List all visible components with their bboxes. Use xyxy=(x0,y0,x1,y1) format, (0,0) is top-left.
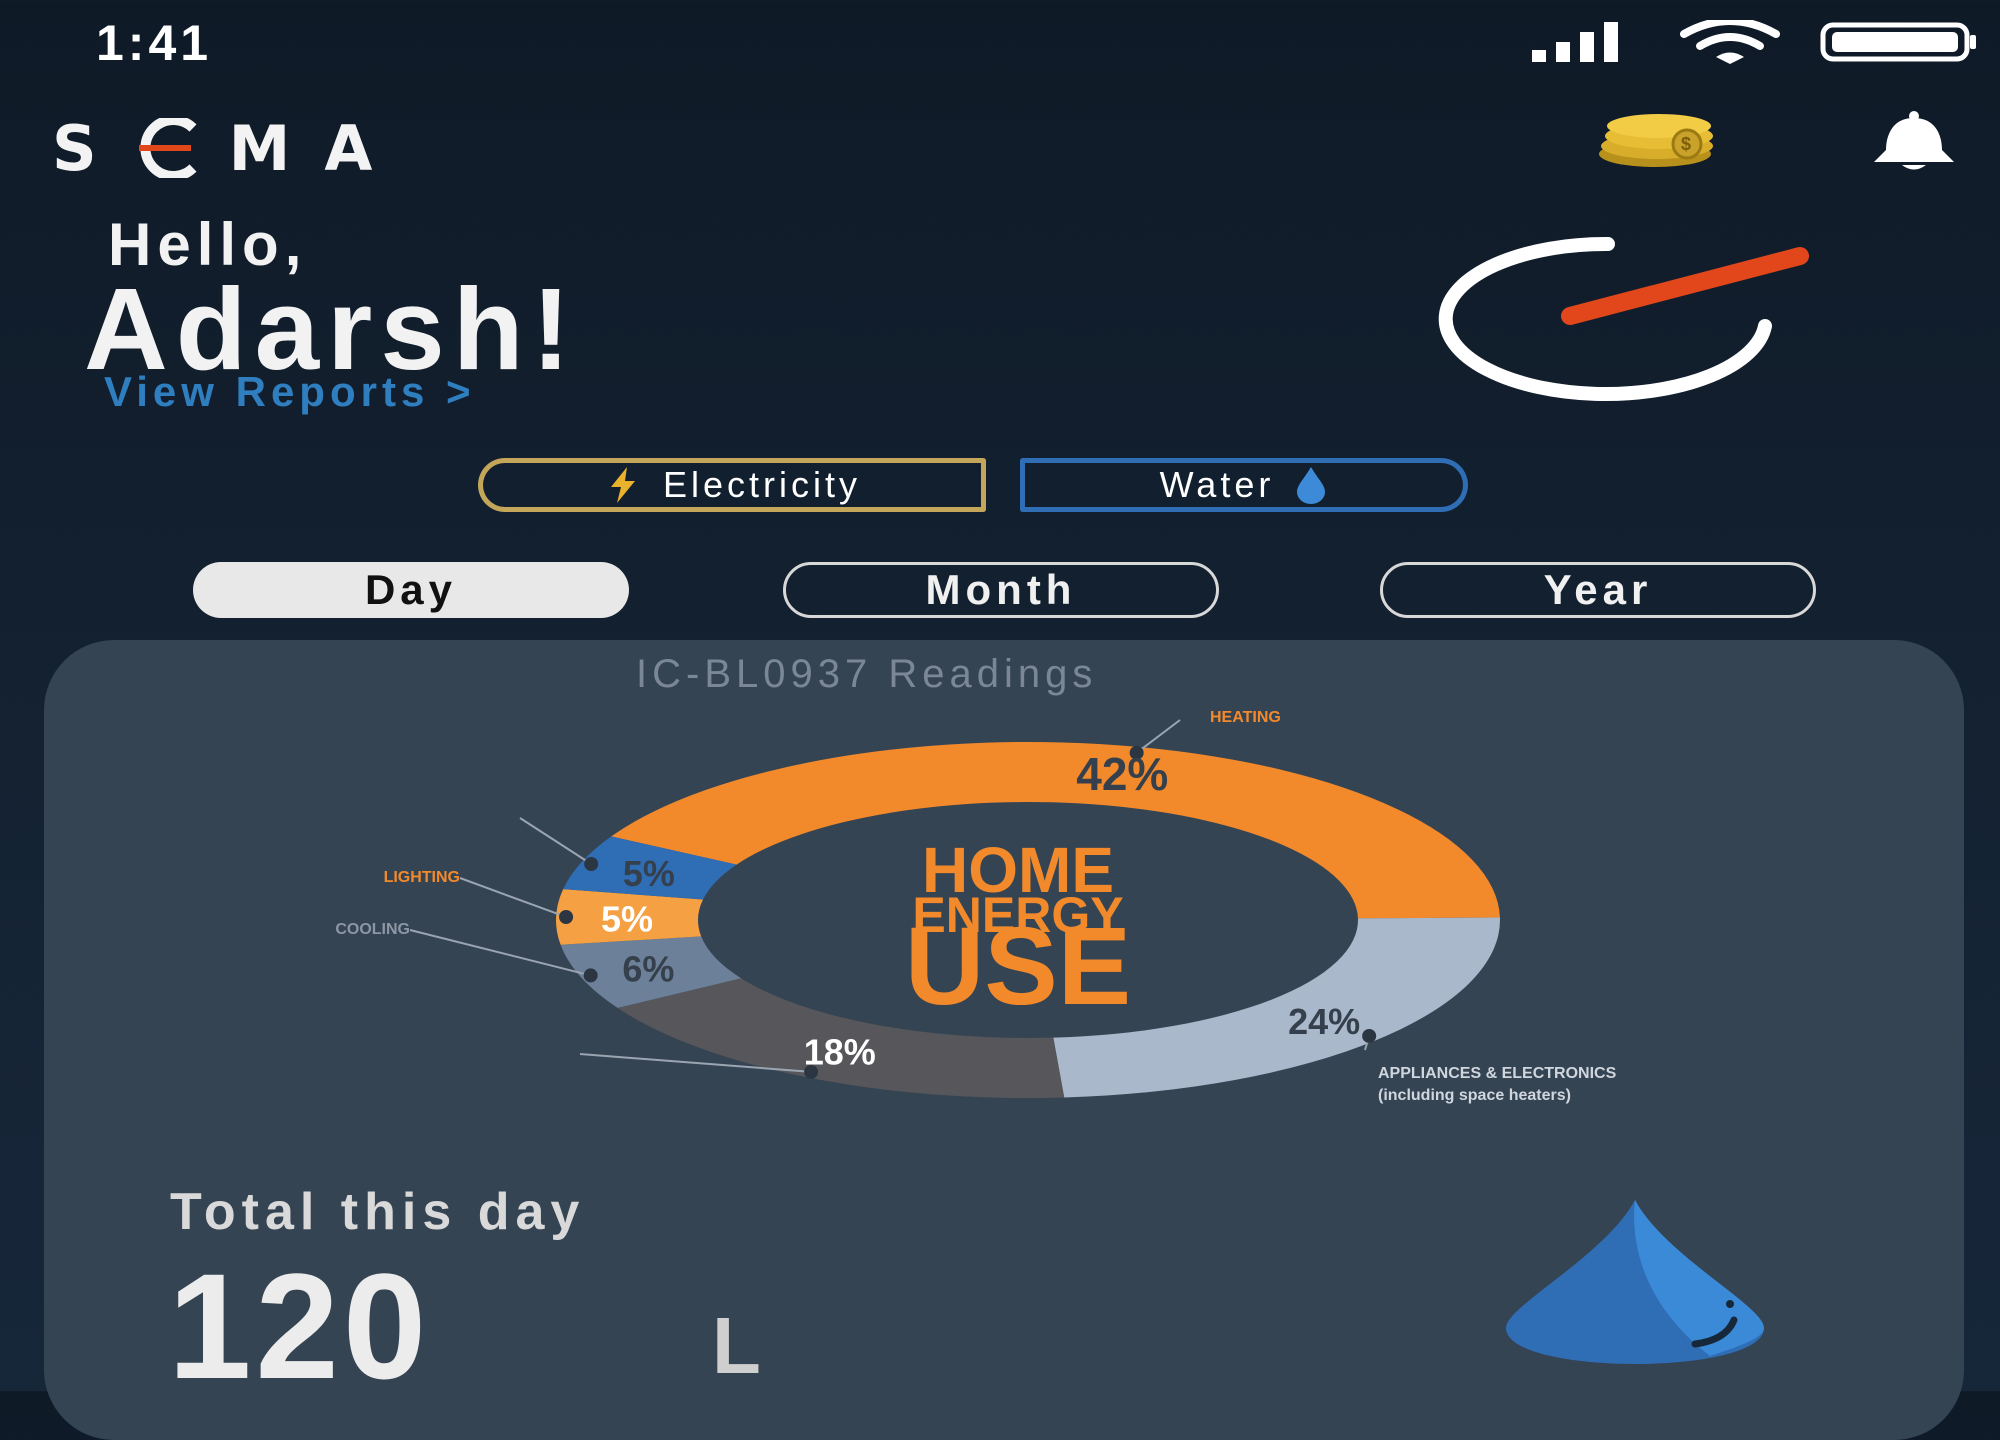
signal-icon xyxy=(1532,22,1618,62)
app-logo[interactable]: S M A xyxy=(52,112,378,185)
tab-day[interactable]: Day xyxy=(193,562,629,618)
tab-year[interactable]: Year xyxy=(1380,562,1816,618)
view-reports-link[interactable]: View Reports > xyxy=(104,368,476,416)
logo-c-icon xyxy=(138,115,197,181)
total-value: 120 xyxy=(168,1242,431,1410)
logo-letter: A xyxy=(324,111,379,185)
electricity-label: Electricity xyxy=(662,464,862,505)
svg-text:$: $ xyxy=(1681,134,1691,154)
water-drop-icon xyxy=(1297,467,1326,504)
logo-c-mark xyxy=(131,115,201,181)
lightning-icon xyxy=(610,467,635,503)
water-label: Water xyxy=(1159,464,1275,505)
logo-letter: M xyxy=(228,111,297,185)
water-toggle[interactable]: Water xyxy=(1020,458,1468,512)
electricity-toggle[interactable]: Electricity xyxy=(478,458,986,512)
status-time: 1:41 xyxy=(96,15,213,71)
tab-month[interactable]: Month xyxy=(783,562,1219,618)
battery-icon xyxy=(1820,22,1976,62)
water-drop-illustration xyxy=(1506,1200,1764,1364)
wifi-icon xyxy=(1680,20,1780,64)
coins-icon[interactable]: $ xyxy=(1595,110,1725,170)
card-title: IC-BL0937 Readings xyxy=(636,652,1098,696)
logo-letter: S xyxy=(52,111,103,185)
total-unit: L xyxy=(712,1301,761,1390)
total-label: Total this day xyxy=(170,1183,586,1241)
bell-icon[interactable] xyxy=(1862,110,1966,172)
power-gauge-icon xyxy=(1438,236,1809,401)
